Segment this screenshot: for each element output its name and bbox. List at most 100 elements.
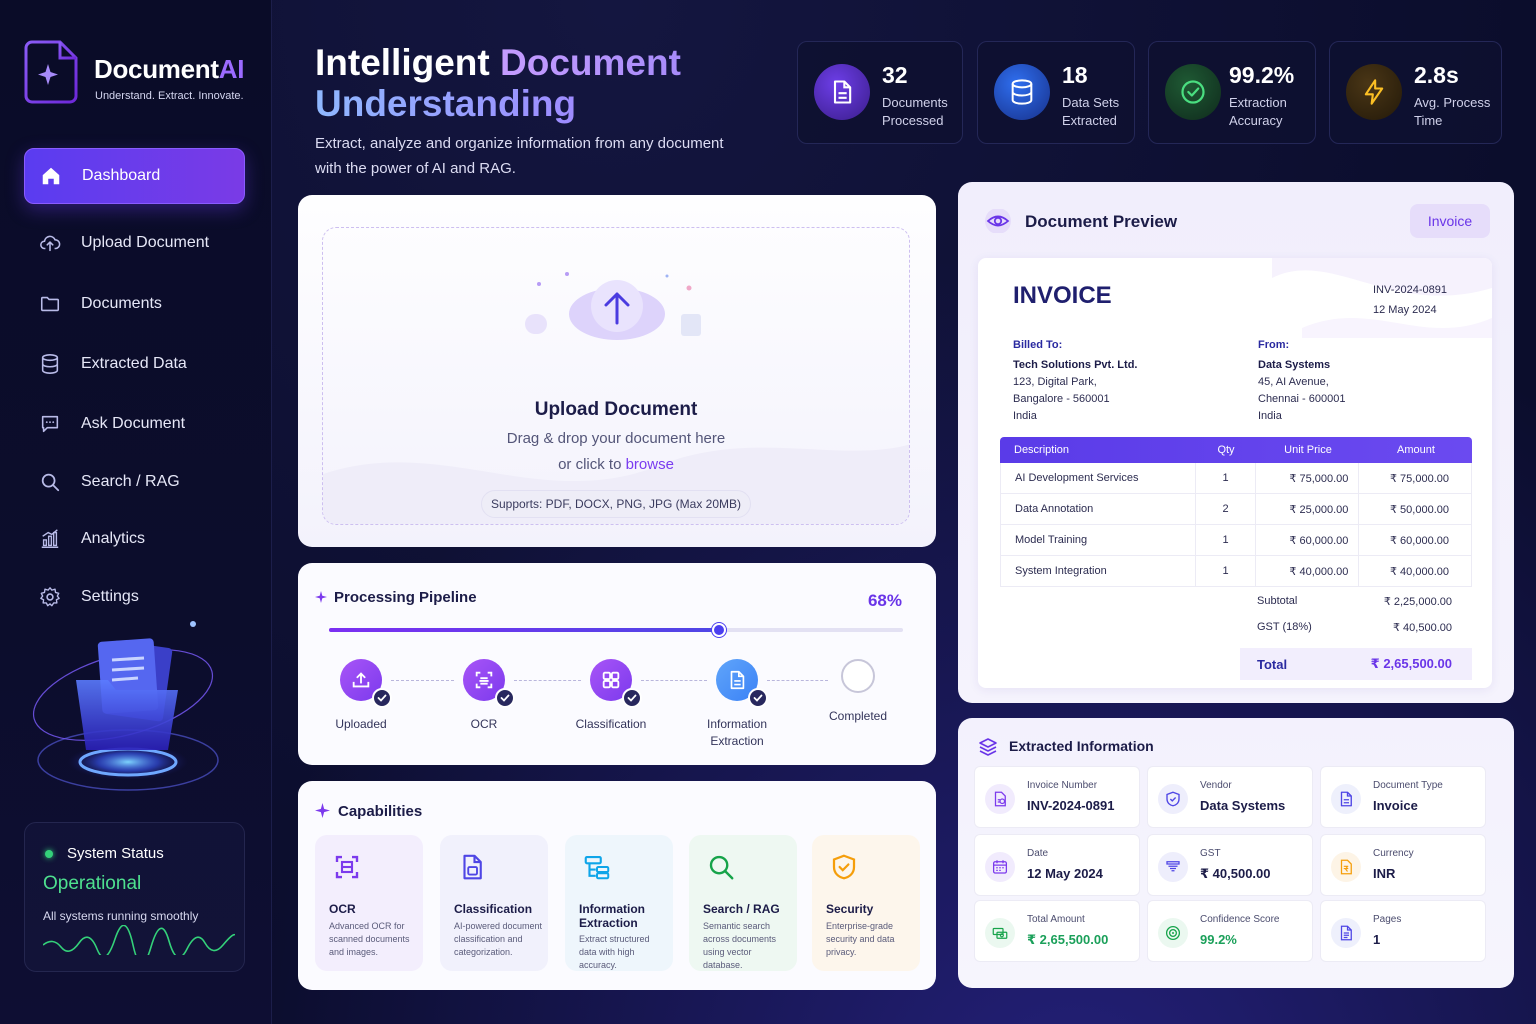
sidebar-item-dashboard[interactable]: Dashboard <box>24 148 245 204</box>
analytics-icon <box>41 529 59 549</box>
empty-circle-icon-circle <box>841 659 875 693</box>
extracted-field[interactable]: GST ₹ 40,500.00 <box>1147 834 1313 896</box>
extracted-field[interactable]: Pages 1 <box>1320 900 1486 962</box>
check-icon <box>622 688 642 708</box>
total-label: Total <box>1257 656 1288 672</box>
stat-icon-circle <box>814 64 870 120</box>
upload-icon-circle <box>340 659 392 708</box>
capabilities-card: Capabilities OCR Advanced OCR for scanned… <box>298 781 936 990</box>
extracted-field[interactable]: Invoice Number INV-2024-0891 <box>974 766 1140 828</box>
brand-tagline: Understand. Extract. Innovate. <box>95 90 244 102</box>
column-header: Unit Price <box>1284 444 1332 456</box>
sidebar-item-upload-document[interactable]: Upload Document <box>24 215 245 271</box>
document-icon <box>833 80 852 104</box>
pipeline-step-label: Classification <box>575 717 647 731</box>
sidebar-item-extracted-data[interactable]: Extracted Data <box>24 336 245 392</box>
page-subtitle: Extract, analyze and organize informatio… <box>315 135 724 177</box>
column-header: Qty <box>1217 444 1235 456</box>
capability-card[interactable]: OCR Advanced OCR for scanned documents an… <box>315 835 423 971</box>
system-status-message: All systems running smoothly <box>43 909 199 923</box>
upload-dropzone[interactable]: Upload Document Drag & drop your documen… <box>322 227 910 525</box>
extracted-field[interactable]: Vendor Data Systems <box>1147 766 1313 828</box>
cell-unit-price: ₹ 75,000.00 <box>1256 463 1360 493</box>
column-header: Amount <box>1397 444 1435 456</box>
extracted-field[interactable]: Currency INR <box>1320 834 1486 896</box>
field-value: Invoice <box>1373 798 1418 813</box>
capability-description: AI-powered document classification and c… <box>454 921 543 957</box>
pipeline-step: Completed <box>798 659 918 725</box>
cloud-upload-icon <box>525 272 701 340</box>
document-preview-card: Document Preview Invoice INVOICE INV-202… <box>958 182 1514 703</box>
sidebar-item-analytics[interactable]: Analytics <box>24 511 245 567</box>
sidebar-item-label: Documents <box>81 295 162 312</box>
field-label: Confidence Score <box>1200 914 1280 925</box>
capability-card[interactable]: Information Extraction Extract structured… <box>565 835 673 971</box>
cell-qty: 1 <box>1196 556 1256 586</box>
invoice-document: INVOICE INV-2024-0891 12 May 2024 Billed … <box>978 258 1492 688</box>
field-value: 99.2% <box>1200 932 1237 947</box>
capability-card[interactable]: Classification AI-powered document classi… <box>440 835 548 971</box>
table-row: AI Development Services 1 ₹ 75,000.00 ₹ 75,… <box>1000 463 1472 494</box>
cell-unit-price: ₹ 60,000.00 <box>1256 525 1360 555</box>
cell-amount: ₹ 75,000.00 <box>1390 472 1449 485</box>
capability-icon <box>701 847 741 887</box>
field-value: 12 May 2024 <box>1027 866 1103 881</box>
capability-name: Classification <box>454 902 533 916</box>
calendar-icon <box>992 860 1008 874</box>
pipeline-step-label: Completed <box>828 709 888 723</box>
analytics-icon-wrap <box>38 527 62 551</box>
pipeline-title: Processing Pipeline <box>334 589 477 606</box>
pipeline-step-label: OCR <box>470 717 498 731</box>
document-icon <box>1340 791 1352 807</box>
sidebar-item-search-rag[interactable]: Search / RAG <box>24 454 245 510</box>
field-label: GST <box>1200 848 1221 859</box>
stat-value: 99.2% <box>1229 62 1295 88</box>
cell-qty: 1 <box>1196 463 1256 493</box>
stat-card: 2.8s Avg. Process Time <box>1329 41 1502 144</box>
stat-label: Data Sets Extracted <box>1062 95 1120 128</box>
extracted-field[interactable]: Total Amount ₹ 2,65,500.00 <box>974 900 1140 962</box>
browse-link[interactable]: browse <box>626 456 674 473</box>
home-icon-wrap <box>39 164 63 188</box>
search-icon-wrap <box>38 470 62 494</box>
eye-icon <box>985 209 1011 233</box>
page-icon <box>1340 925 1352 941</box>
subtotal-row: Subtotal ₹ 2,25,000.00 <box>1240 595 1472 608</box>
stat-card: 32 Documents Processed <box>797 41 963 144</box>
capability-icon <box>452 847 492 887</box>
sidebar-item-label: Search / RAG <box>81 473 180 490</box>
invoice-date: 12 May 2024 <box>1373 304 1437 316</box>
sidebar-item-label: Settings <box>81 588 139 605</box>
field-value: 1 <box>1373 932 1381 947</box>
field-icon <box>1158 852 1188 882</box>
extracted-field[interactable]: Document Type Invoice <box>1320 766 1486 828</box>
sidebar-item-ask-document[interactable]: Ask Document <box>24 396 245 452</box>
database-icon <box>41 354 59 374</box>
extracted-information-card: Extracted Information Invoice Number INV-… <box>958 718 1514 988</box>
table-row: Model Training 1 ₹ 60,000.00 ₹ 60,000.00 <box>1000 525 1472 556</box>
stat-value: 18 <box>1062 62 1088 88</box>
cell-description: Model Training <box>1001 525 1197 555</box>
billed-to-line: India <box>1013 410 1037 422</box>
folder-icon <box>40 296 60 312</box>
from-line: Chennai - 600001 <box>1258 393 1346 405</box>
tax-icon <box>1166 861 1180 872</box>
file-tag-icon <box>463 854 482 880</box>
capability-card[interactable]: Search / RAG Semantic search across docum… <box>689 835 797 971</box>
currency-doc-icon <box>1340 859 1352 875</box>
document-type-badge[interactable]: Invoice <box>1410 204 1490 238</box>
cell-unit-price: ₹ 25,000.00 <box>1256 494 1360 524</box>
field-value: ₹ 2,65,500.00 <box>1027 932 1109 947</box>
home-icon <box>42 167 60 185</box>
gear-icon-wrap <box>38 585 62 609</box>
extracted-field[interactable]: Confidence Score 99.2% <box>1147 900 1313 962</box>
extracted-field[interactable]: Date 12 May 2024 <box>974 834 1140 896</box>
field-icon <box>1331 852 1361 882</box>
capability-card[interactable]: Security Enterprise-grade security and da… <box>812 835 920 971</box>
sidebar-item-documents[interactable]: Documents <box>24 276 245 332</box>
ocr-icon <box>475 671 493 689</box>
field-label: Vendor <box>1200 780 1232 791</box>
scan-icon <box>335 855 359 879</box>
subtotal-value: ₹ 2,25,000.00 <box>1383 596 1452 608</box>
sidebar-item-label: Analytics <box>81 530 146 547</box>
